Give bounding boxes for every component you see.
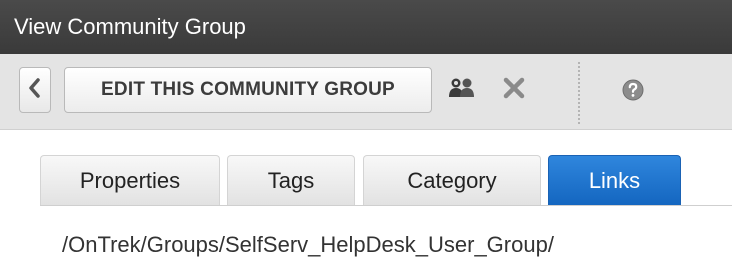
tab-label: Properties	[79, 167, 181, 193]
group-link-path: /OnTrek/Groups/SelfServ_HelpDesk_User_Gr…	[62, 232, 554, 257]
back-button[interactable]	[19, 67, 51, 113]
tab-label: Category	[407, 167, 497, 193]
window-title-bar: View Community Group	[0, 0, 732, 54]
tab-category[interactable]: Category	[363, 155, 541, 205]
window-title: View Community Group	[14, 14, 246, 39]
tab-properties[interactable]: Properties	[40, 155, 220, 205]
delete-button[interactable]	[499, 74, 529, 106]
group-members-button[interactable]	[447, 74, 477, 106]
tab-label: Tags	[267, 167, 315, 193]
toolbar: EDIT THIS COMMUNITY GROUP	[0, 54, 732, 130]
tab-bar-divider	[40, 205, 732, 206]
edit-community-group-button[interactable]: EDIT THIS COMMUNITY GROUP	[64, 67, 432, 113]
close-x-icon	[501, 75, 527, 106]
help-question-icon	[621, 78, 645, 107]
tab-tags[interactable]: Tags	[227, 155, 355, 205]
tab-label: Links	[588, 167, 641, 193]
toolbar-divider	[578, 62, 580, 124]
edit-button-label: EDIT THIS COMMUNITY GROUP	[101, 79, 395, 100]
help-button[interactable]	[618, 76, 648, 108]
group-members-icon	[447, 76, 477, 105]
tab-links[interactable]: Links	[548, 155, 681, 205]
chevron-left-icon	[28, 77, 42, 104]
